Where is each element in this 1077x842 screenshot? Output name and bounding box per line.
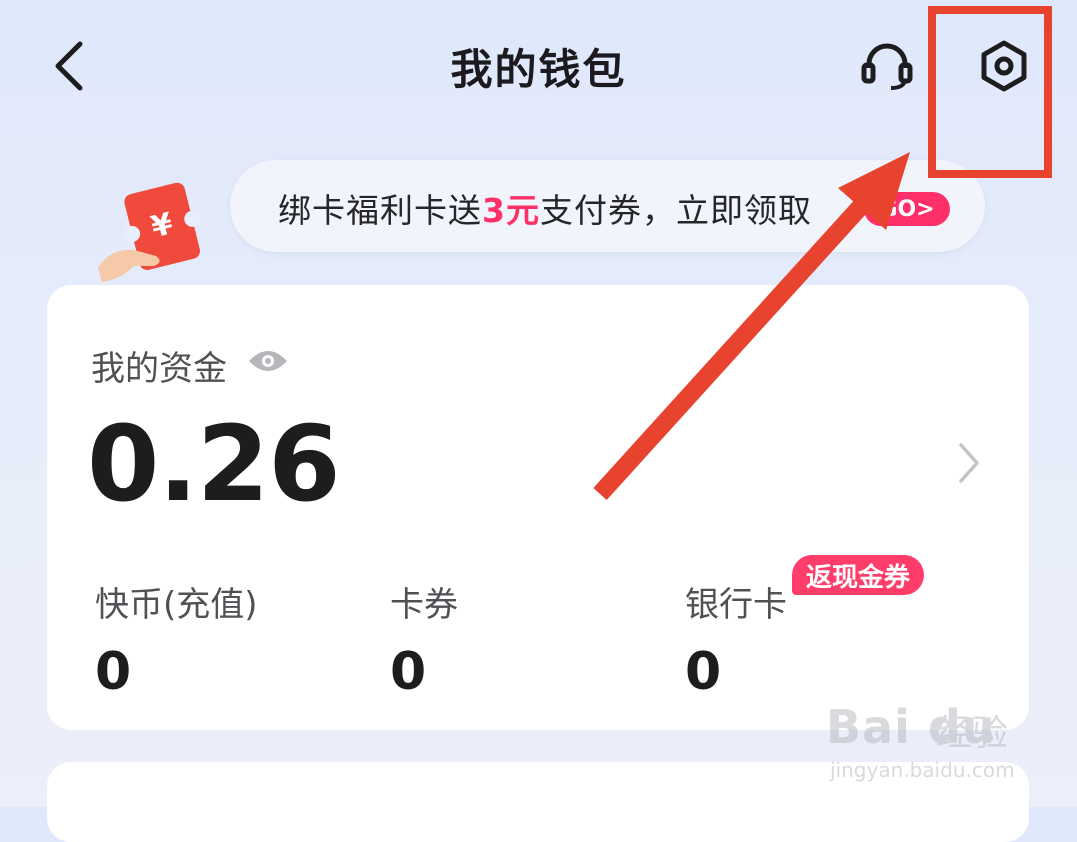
stat-kuaibi[interactable]: 快币(充值) 0 [95, 577, 355, 702]
stat-bank-card[interactable]: 银行卡 0 [685, 577, 945, 702]
promo-banner[interactable]: 绑卡福利卡送3元支付券，立即领取 GO> ¥ [90, 160, 990, 282]
stat-value: 0 [95, 642, 132, 702]
baidu-watermark: Bai du 经验 jingyan.baidu.com [826, 690, 1026, 800]
stat-value: 0 [390, 642, 427, 702]
stat-coupons[interactable]: 卡券 0 [390, 577, 650, 702]
eye-icon[interactable] [247, 347, 289, 375]
promo-text: 绑卡福利卡送3元支付券，立即领取 [278, 191, 812, 230]
funds-amount: 0.26 [87, 403, 341, 525]
header-bar: 我的钱包 [0, 0, 1077, 130]
chevron-right-icon[interactable] [955, 441, 983, 485]
stat-label: 快币(充值) [95, 585, 258, 625]
promo-pill[interactable]: 绑卡福利卡送3元支付券，立即领取 GO> [230, 160, 985, 252]
funds-label: 我的资金 [91, 349, 227, 389]
headset-icon [861, 43, 913, 90]
go-badge[interactable]: GO> [864, 192, 950, 226]
customer-service-button[interactable] [855, 34, 919, 98]
funds-card[interactable]: 我的资金 0.26 快币(充值) 0 卡券 0 银行卡 0 返现金券 [47, 285, 1029, 730]
annotation-highlight-box [928, 6, 1052, 178]
red-ticket-icon: ¥ [98, 182, 201, 282]
watermark-url: jingyan.baidu.com [830, 758, 1015, 782]
watermark-text: 经验 [936, 713, 1009, 754]
stat-label: 卡券 [390, 585, 458, 625]
cashback-badge: 返现金券 [792, 555, 925, 595]
